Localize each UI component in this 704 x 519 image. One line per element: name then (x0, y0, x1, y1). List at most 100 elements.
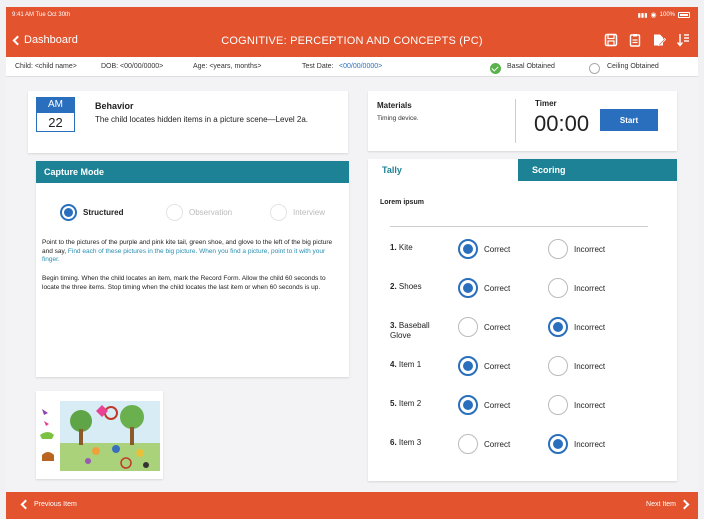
tally-row: 4. Item 1 Correct Incorrect (368, 356, 677, 384)
option-incorrect[interactable]: Incorrect (548, 434, 605, 454)
previous-item-button[interactable]: Previous Item (20, 499, 77, 510)
tally-item-label: 5. Item 2 (390, 399, 452, 409)
option-correct[interactable]: Correct (458, 395, 510, 415)
tally-item-number: 6. (390, 438, 397, 447)
tally-item-label: 6. Item 3 (390, 438, 452, 448)
radio-selected-icon (458, 278, 478, 298)
mode-observation-label: Observation (189, 208, 233, 217)
radio-empty-icon (458, 434, 478, 454)
tally-row: 5. Item 2 Correct Incorrect (368, 395, 677, 423)
tally-item-number: 3. (390, 321, 397, 330)
radio-empty-icon (548, 356, 568, 376)
mode-interview[interactable]: Interview (270, 204, 325, 221)
option-correct-label: Correct (484, 361, 511, 371)
radio-selected-icon (458, 356, 478, 376)
tally-row: 6. Item 3 Correct Incorrect (368, 434, 677, 462)
mode-observation[interactable]: Observation (166, 204, 232, 221)
park-scene-illustration (40, 401, 160, 471)
radio-empty-icon (548, 395, 568, 415)
option-correct-label: Correct (484, 439, 511, 449)
tally-item-number: 1. (390, 243, 397, 252)
download-icon[interactable] (676, 33, 690, 52)
test-date-label: Test Date: (302, 63, 334, 70)
tab-tally[interactable]: Tally (368, 159, 518, 181)
signal-icon: ▮▮▮ (637, 12, 648, 19)
capture-mode-card: Capture Mode Structured Observation Inte… (36, 161, 349, 377)
bottom-bar: Previous Item Next Item (6, 492, 698, 519)
option-correct[interactable]: Correct (458, 239, 510, 259)
radio-empty-icon (548, 239, 568, 259)
option-incorrect-label: Incorrect (574, 439, 606, 449)
tally-item-name: Item 3 (398, 438, 422, 447)
ceiling-check-icon[interactable] (589, 63, 600, 74)
option-incorrect[interactable]: Incorrect (548, 278, 605, 298)
mode-interview-label: Interview (293, 208, 326, 217)
status-indicators: ▮▮▮ ◉ 100% (638, 11, 690, 19)
behavior-text: The child locates hidden items in a pict… (95, 115, 309, 124)
option-correct[interactable]: Correct (458, 356, 510, 376)
tally-item-name: Shoes (398, 282, 422, 291)
tally-row: 1. Kite Correct Incorrect (368, 239, 677, 267)
option-correct-label: Correct (484, 283, 511, 293)
option-correct[interactable]: Correct (458, 434, 510, 454)
option-correct-label: Correct (484, 400, 511, 410)
materials-title: Materials (377, 101, 412, 110)
tally-item-name: Kite (398, 243, 413, 252)
timer-value: 00:00 (534, 111, 590, 136)
basal-label: Basal Obtained (507, 63, 555, 70)
meridiem-badge: AM (36, 97, 75, 112)
option-incorrect-label: Incorrect (574, 361, 606, 371)
day-number: 22 (36, 112, 75, 132)
tally-item-name: Item 2 (398, 399, 422, 408)
tally-item-name: Item 1 (398, 360, 422, 369)
wifi-icon: ◉ (650, 12, 657, 19)
stimulus-picture[interactable] (36, 391, 163, 479)
option-incorrect-label: Incorrect (574, 283, 606, 293)
tally-row: 3. Baseball Glove Correct Incorrect (368, 317, 677, 345)
toolbar-icons (604, 33, 690, 52)
tab-scoring[interactable]: Scoring (518, 159, 677, 181)
option-incorrect[interactable]: Incorrect (548, 356, 605, 376)
mode-structured[interactable]: Structured (60, 204, 123, 221)
option-correct[interactable]: Correct (458, 317, 510, 337)
option-incorrect[interactable]: Incorrect (548, 239, 605, 259)
option-incorrect[interactable]: Incorrect (548, 395, 605, 415)
tally-row: 2. Shoes Correct Incorrect (368, 278, 677, 306)
behavior-card: AM 22 Behavior The child locates hidden … (28, 91, 348, 153)
tally-heading: Lorem ipsum (380, 199, 424, 206)
status-time: 9:41 AM Tue Oct 30th (12, 12, 71, 18)
radio-empty-icon (270, 204, 287, 221)
start-button[interactable]: Start (600, 109, 658, 131)
option-correct-label: Correct (484, 244, 511, 254)
tally-item-label: 1. Kite (390, 243, 452, 253)
next-item-button[interactable]: Next Item (646, 499, 690, 510)
tally-item-label: 3. Baseball Glove (390, 321, 452, 341)
save-icon[interactable] (604, 33, 618, 52)
tally-card: Tally Scoring Lorem ipsum 1. Kite Correct… (368, 159, 677, 481)
option-correct[interactable]: Correct (458, 278, 510, 298)
divider (515, 99, 516, 143)
tally-divider (390, 226, 648, 227)
materials-text: Timing device. (377, 115, 419, 122)
radio-selected-icon (458, 395, 478, 415)
option-incorrect-label: Incorrect (574, 322, 606, 332)
option-incorrect[interactable]: Incorrect (548, 317, 605, 337)
option-incorrect-label: Incorrect (574, 400, 606, 410)
app-frame: 9:41 AM Tue Oct 30th ▮▮▮ ◉ 100% Dashboar… (6, 7, 698, 519)
timer-label: Timer (535, 99, 557, 108)
tally-item-number: 4. (390, 360, 397, 369)
previous-item-label: Previous Item (34, 501, 77, 508)
radio-selected-icon (60, 204, 77, 221)
ceiling-label: Ceiling Obtained (607, 63, 659, 70)
child-info-bar: Child: <child name> DOB: <00/00/0000> Ag… (6, 57, 698, 77)
instruction-paragraph: Point to the pictures of the purple and … (42, 239, 342, 265)
chevron-right-icon (679, 499, 690, 510)
edit-record-icon[interactable] (652, 33, 667, 52)
test-date-value[interactable]: <00/00/0000> (339, 63, 382, 70)
tally-item-label: 4. Item 1 (390, 360, 452, 370)
clipboard-icon[interactable] (628, 33, 642, 52)
capture-mode-header: Capture Mode (36, 161, 349, 183)
radio-selected-icon (458, 239, 478, 259)
page-title: COGNITIVE: PERCEPTION AND CONCEPTS (PC) (221, 35, 483, 47)
basal-check-icon[interactable] (490, 63, 501, 74)
